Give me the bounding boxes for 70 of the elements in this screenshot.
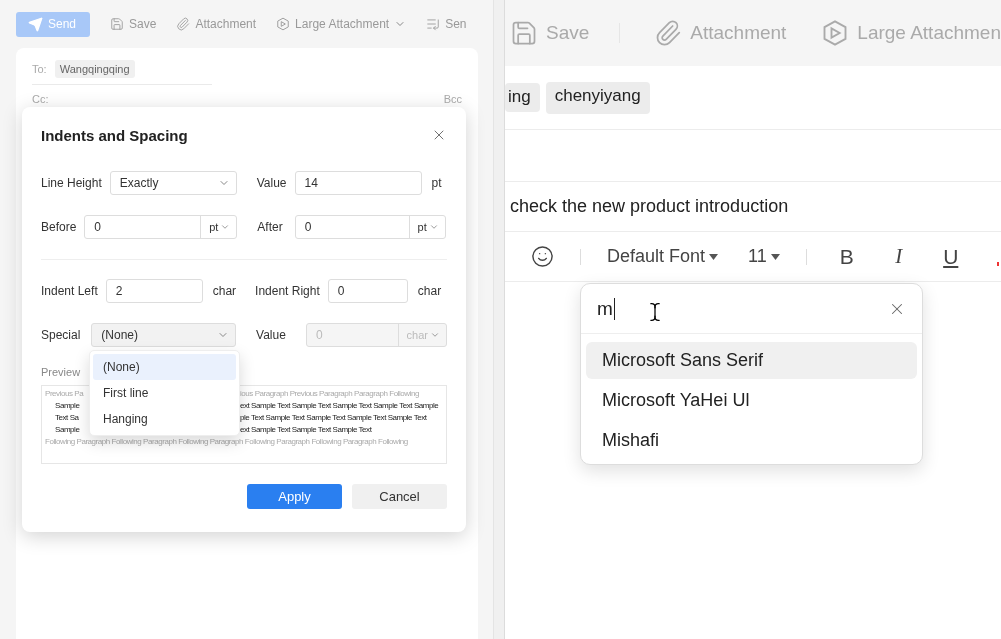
preview-text: ext Sample Text Sample Text Sample Text [240,424,372,434]
save-icon [510,19,538,47]
indent-right-field[interactable]: 0 [328,284,407,298]
chevron-icon [430,330,440,340]
unit-label: char [212,284,237,298]
font-option[interactable]: Microsoft Sans Serif [586,342,917,379]
dropdown-option[interactable]: Hanging [93,406,236,432]
caret-icon [770,253,780,260]
preview-text: Sample [55,424,80,434]
preview-text: ious Paragraph Previous Paragraph Paragraph Following [240,388,419,398]
preview-text: Following Paragraph Following Paragraph Following Paragraph Following Paragraph Following Paragraph Following [45,436,408,446]
font-select[interactable]: Default Font [607,246,719,267]
field-label: Before [41,220,77,234]
bold-button[interactable]: B [832,244,861,269]
save-icon [110,17,125,31]
preview-text: Sample [55,400,80,410]
font-search-field[interactable]: m [597,297,615,320]
value-field[interactable]: 14 [295,176,421,190]
indent-left-field[interactable]: 2 [106,284,202,298]
send-icon [28,16,43,32]
underline-button[interactable]: U [936,244,965,269]
after-field[interactable]: 0 [295,220,409,234]
preview-text: Text Sa [55,412,79,422]
chevron-icon [428,222,439,232]
paperclip-icon [176,17,191,31]
recipient-chip[interactable]: ing [505,83,540,112]
preview-text: Previous Pa [45,388,84,398]
line-height-select[interactable]: Exactly [109,171,237,195]
play-hexagon-icon [276,17,291,31]
font-option[interactable]: Microsoft YaHei Ul [586,382,917,419]
field-label: After [257,220,283,234]
preview-label: Preview [41,366,81,378]
preview-text: ple Text Sample Text Sample Text Sample Text Sample Text [240,412,427,422]
field-frame[interactable]: 14 [294,171,422,195]
dropdown-option[interactable]: First line [93,380,236,406]
paperclip-icon [654,19,683,47]
emoji-icon[interactable] [531,245,554,268]
unit-label: char [417,284,442,298]
field-frame[interactable]: 0 [327,279,408,303]
field-label: Line Height [41,176,102,190]
list-icon [426,17,441,31]
color-mark [997,262,999,266]
font-option[interactable]: Mishafi [586,422,917,459]
recipient-chip[interactable]: chenyiyang [545,81,650,114]
apply-button[interactable]: Apply [247,484,342,509]
field-frame[interactable]: 0 pt [84,215,238,239]
unit-label: pt [431,176,442,190]
unit-select[interactable]: pt [200,216,237,238]
field-label: Indent Right [255,284,320,298]
before-field[interactable]: 0 [85,220,201,234]
field-frame[interactable]: 2 [105,279,203,303]
field-label: Value [256,328,286,342]
recipient-chip[interactable]: Wangqingqing [54,60,135,78]
field-label: Special [41,328,81,342]
dropdown-option[interactable]: (None) [93,354,236,380]
size-select[interactable]: 11 [748,246,780,267]
cancel-button[interactable]: Cancel [352,484,447,509]
field-frame[interactable]: 0 pt [294,215,446,239]
italic-button[interactable]: I [884,244,913,269]
caret-icon [709,253,719,260]
preview-text: ext Sample Text Sample Text Sample Text Sample Text Sample [240,400,439,410]
chevron-icon [220,222,231,232]
special-select[interactable]: (None) [91,323,237,347]
dialog-title: Indents and Spacing [41,126,188,144]
subject-text: check the new product introduction [509,196,789,217]
unit-select[interactable]: pt [408,216,445,238]
cc-label: Cc: [32,93,49,105]
field-label: Indent Left [41,284,98,298]
field-label: Value [256,176,287,190]
to-label: To: [32,63,47,75]
